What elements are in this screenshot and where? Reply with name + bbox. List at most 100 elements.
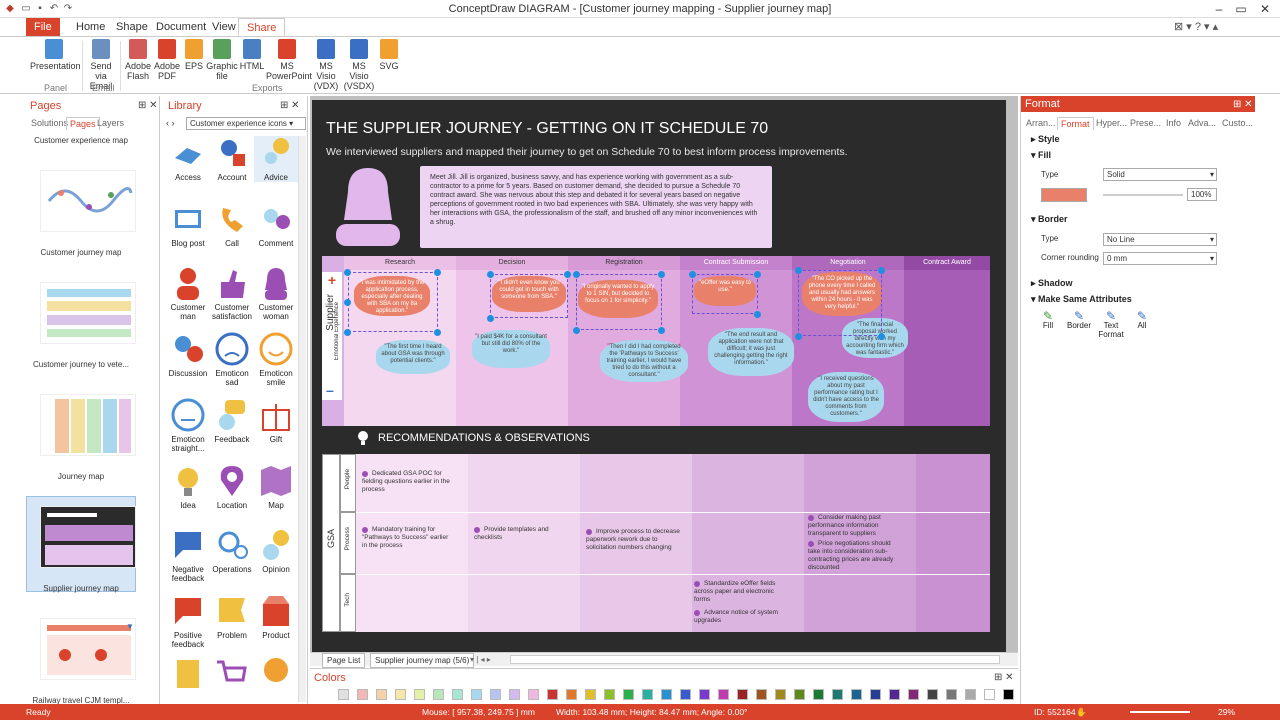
color-swatch[interactable] [471, 689, 482, 700]
library-panel-pin-icon[interactable]: ⊞ ✕ [280, 100, 300, 111]
lib-item-problem[interactable]: Problem [210, 594, 254, 640]
tab-solutions[interactable]: Solutions [28, 117, 71, 130]
section-shadow[interactable]: ▸ Shadow [1031, 278, 1073, 289]
quote-blue[interactable]: "The end result and application were not… [708, 328, 794, 376]
color-swatch[interactable] [737, 689, 748, 700]
color-swatch[interactable] [851, 689, 862, 700]
library-nav-icon[interactable]: ‹ › [166, 118, 175, 128]
colors-panel-pin-icon[interactable]: ⊞ ✕ [994, 672, 1014, 683]
make-same-border-button[interactable]: ✎ Border [1063, 310, 1095, 330]
lib-item-feedback[interactable]: Feedback [210, 398, 254, 444]
stage-research[interactable]: Research [344, 256, 456, 270]
lib-item-emoticon-smile[interactable]: Emoticon smile [254, 332, 298, 387]
color-swatch[interactable] [547, 689, 558, 700]
tab-custom[interactable]: Custo... [1219, 117, 1256, 130]
rec-item[interactable]: Consider making past performance informa… [808, 514, 900, 538]
color-swatch[interactable] [623, 689, 634, 700]
color-swatch[interactable] [718, 689, 729, 700]
color-swatch[interactable] [357, 689, 368, 700]
resize-handle[interactable] [878, 267, 885, 274]
opacity-slider[interactable] [1103, 194, 1183, 196]
resize-handle[interactable] [564, 271, 571, 278]
page-thumbnail[interactable] [40, 394, 136, 456]
color-swatch[interactable] [984, 689, 995, 700]
quote-blue[interactable]: "The first time I heard about GSA was th… [376, 340, 450, 374]
rec-item[interactable]: Advance notice of system upgrades [694, 609, 790, 625]
library-scrollbar[interactable] [298, 136, 306, 702]
eps-button[interactable]: EPS [182, 39, 206, 71]
lib-item-negative-feedback[interactable]: Negative feedback [166, 528, 210, 583]
resize-handle[interactable] [754, 271, 761, 278]
resize-handle[interactable] [754, 311, 761, 318]
section-fill[interactable]: ▾ Fill [1031, 150, 1051, 161]
menu-share[interactable]: Share [238, 18, 286, 36]
rec-item[interactable]: Provide templates and checklists [474, 526, 566, 542]
lib-item-emoticon-straight[interactable]: Emoticon straight... [166, 398, 210, 453]
color-swatch[interactable] [813, 689, 824, 700]
resize-handle[interactable] [573, 327, 580, 334]
color-swatch[interactable] [661, 689, 672, 700]
rec-item[interactable]: Dedicated GSA POC for fielding questions… [362, 470, 454, 494]
color-swatch[interactable] [509, 689, 520, 700]
section-border[interactable]: ▾ Border [1031, 214, 1068, 225]
resize-handle[interactable] [878, 333, 885, 340]
color-swatch[interactable] [433, 689, 444, 700]
diagram-subtitle[interactable]: We interviewed suppliers and mapped thei… [326, 146, 848, 158]
lib-item-opinion[interactable]: Opinion [254, 528, 298, 574]
make-same-all-button[interactable]: ✎ All [1129, 310, 1155, 330]
color-swatch[interactable] [452, 689, 463, 700]
svg-button[interactable]: SVG [376, 39, 402, 71]
corner-rounding-select[interactable]: 0 mm ▾ [1103, 252, 1217, 265]
color-swatch[interactable] [832, 689, 843, 700]
lib-item-idea[interactable]: Idea [166, 464, 210, 510]
tab-presentation[interactable]: Prese... [1127, 117, 1164, 130]
color-swatch[interactable] [927, 689, 938, 700]
lib-item-advice[interactable]: Advice [254, 136, 298, 182]
lib-item-comment[interactable]: Comment [254, 202, 298, 248]
hand-tool-icon[interactable]: ✋ [1076, 704, 1087, 720]
color-swatch[interactable] [414, 689, 425, 700]
ms-visio-vdx-button[interactable]: MS Visio (VDX) [310, 39, 342, 91]
horizontal-scrollbar[interactable] [510, 655, 1000, 664]
help-icon[interactable]: ⊠ ▾ ? ▾ ▴ [1166, 18, 1226, 36]
resize-handle[interactable] [344, 299, 351, 306]
format-panel-pin-icon[interactable]: ⊞ ✕ [1233, 99, 1253, 110]
resize-handle[interactable] [344, 269, 351, 276]
color-swatch[interactable] [566, 689, 577, 700]
menu-file[interactable]: File [26, 18, 60, 36]
lib-item-emoticon-sad[interactable]: Emoticon sad [210, 332, 254, 387]
ms-visio-vsdx-button[interactable]: MS Visio (VSDX) [342, 39, 376, 91]
quote-blue[interactable]: "I received questions about my past perf… [808, 372, 884, 422]
resize-handle[interactable] [795, 267, 802, 274]
lib-item-partial[interactable] [166, 656, 210, 693]
color-swatch[interactable] [528, 689, 539, 700]
lib-item-partial[interactable] [254, 656, 298, 693]
color-swatch[interactable] [870, 689, 881, 700]
color-swatch[interactable] [946, 689, 957, 700]
lib-item-map[interactable]: Map [254, 464, 298, 510]
close-icon[interactable]: ✕ [1254, 1, 1276, 17]
lib-item-location[interactable]: Location [210, 464, 254, 510]
resize-handle[interactable] [689, 271, 696, 278]
resize-handle[interactable] [434, 329, 441, 336]
color-swatch[interactable] [908, 689, 919, 700]
color-swatch[interactable] [604, 689, 615, 700]
lib-item-operations[interactable]: Operations [210, 528, 254, 574]
lib-item-partial[interactable] [210, 656, 254, 693]
graphic-file-button[interactable]: Graphic file [206, 39, 238, 81]
opacity-field[interactable]: 100% [1187, 188, 1217, 201]
minimize-icon[interactable]: – [1208, 1, 1230, 17]
rec-item[interactable]: Standardize eOffer fields across paper a… [694, 580, 790, 604]
stage-decision[interactable]: Decision [456, 256, 568, 270]
section-style[interactable]: ▸ Style [1031, 134, 1060, 145]
border-type-select[interactable]: No Line ▾ [1103, 233, 1217, 246]
make-same-fill-button[interactable]: ✎ Fill [1033, 310, 1063, 330]
resize-handle[interactable] [487, 271, 494, 278]
fill-color-picker[interactable] [1041, 188, 1087, 202]
current-page-tab[interactable]: Supplier journey map (5/6) [370, 653, 475, 668]
menu-home[interactable]: Home [68, 18, 113, 36]
page-thumbnail[interactable] [40, 170, 136, 232]
color-swatch[interactable] [889, 689, 900, 700]
tab-hyperlink[interactable]: Hyper... [1093, 117, 1130, 130]
page-thumbnail-selected[interactable] [40, 506, 136, 568]
